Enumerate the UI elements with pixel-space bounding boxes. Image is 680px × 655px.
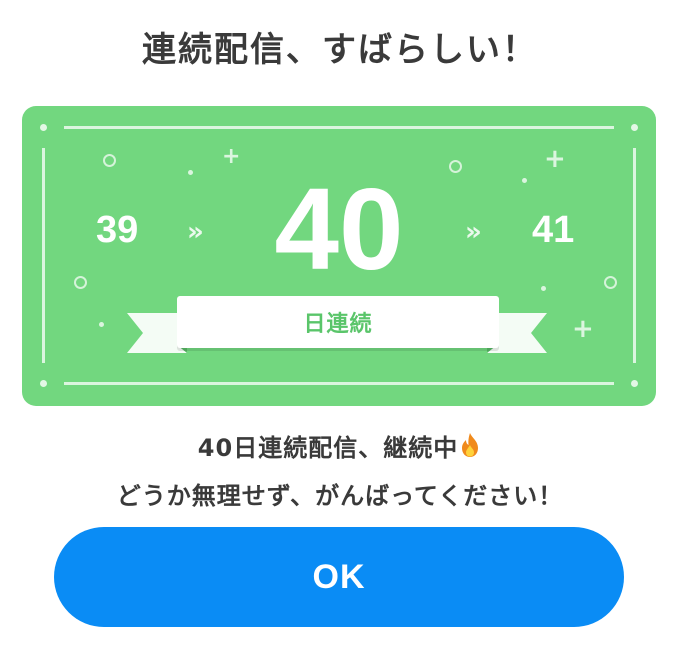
corner-dot [631, 124, 638, 131]
corner-dot [40, 124, 47, 131]
chevrons-right-icon: » [465, 217, 482, 247]
confetti-plus: + [222, 144, 241, 169]
streak-banner: 日連続 [177, 296, 499, 348]
streak-banner-label: 日連続 [303, 312, 373, 337]
message-line-2: どうか無理せず、がんばってください！ [116, 482, 564, 510]
frame-line-bottom [64, 382, 614, 385]
corner-dot [40, 380, 47, 387]
dialog-title: 連続配信、すばらしい！ [142, 30, 538, 70]
ok-button[interactable]: OK [54, 527, 624, 627]
next-day-number: 41 [532, 209, 575, 251]
confetti-dot [99, 322, 104, 327]
message-line-1: 40日連続配信、継続中 [0, 428, 680, 464]
streak-card: + + + 39 » 40 » 41 日連続 [22, 106, 656, 406]
confetti-plus: + [572, 314, 594, 344]
corner-dot [631, 380, 638, 387]
ok-button-label: OK [312, 557, 366, 596]
frame-line-top [64, 126, 614, 129]
fire-icon [458, 432, 482, 464]
message-line-1-text: 40日連続配信、継続中 [197, 434, 459, 462]
